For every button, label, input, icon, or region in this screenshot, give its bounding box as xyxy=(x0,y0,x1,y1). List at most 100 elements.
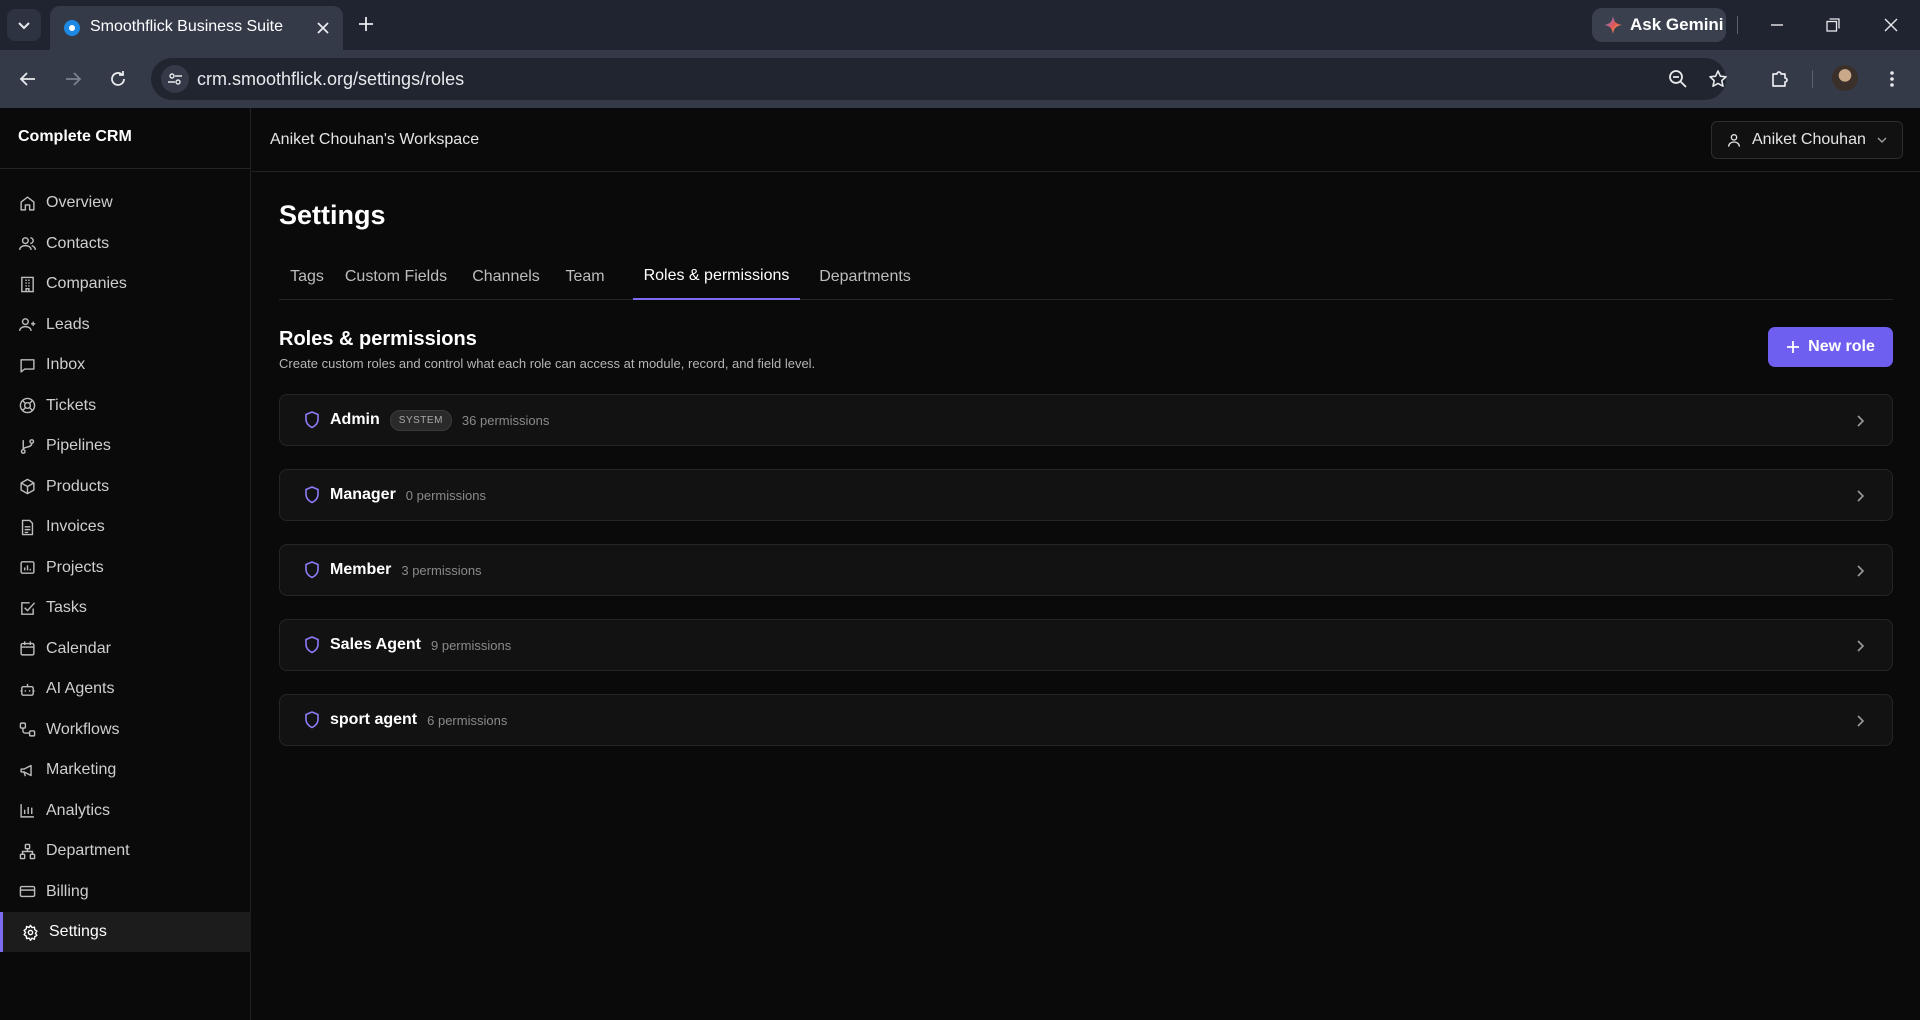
new-tab-button[interactable] xyxy=(352,10,380,38)
sidebar-item-projects[interactable]: Projects xyxy=(0,548,251,588)
tab-custom-fields[interactable]: Custom Fields xyxy=(341,254,451,300)
ask-gemini-button[interactable]: Ask Gemini xyxy=(1592,8,1726,42)
forward-button[interactable] xyxy=(57,63,89,95)
sidebar-item-workflows[interactable]: Workflows xyxy=(0,710,251,750)
sidebar-item-leads[interactable]: Leads xyxy=(0,305,251,345)
sidebar-item-tasks[interactable]: Tasks xyxy=(0,588,251,628)
address-bar[interactable]: crm.smoothflick.org/settings/roles xyxy=(151,58,1727,100)
lifebuoy-icon xyxy=(19,397,36,414)
user-plus-icon xyxy=(19,318,36,331)
browser-tabstrip: Smoothflick Business Suite Ask Gemini xyxy=(0,0,1920,50)
browser-menu-button[interactable] xyxy=(1878,65,1906,93)
arrow-right-icon xyxy=(66,72,82,86)
sidebar-item-label: Marketing xyxy=(46,761,117,778)
back-button[interactable] xyxy=(12,63,44,95)
home-icon xyxy=(20,195,35,211)
sidebar-item-marketing[interactable]: Marketing xyxy=(0,750,251,790)
browser-profile-avatar[interactable] xyxy=(1832,65,1858,91)
role-row[interactable]: Manager 0 permissions xyxy=(279,469,1893,521)
browser-tab[interactable]: Smoothflick Business Suite xyxy=(50,6,343,50)
bot-icon xyxy=(20,683,35,696)
folder-chart-icon xyxy=(20,561,35,574)
tab-title: Smoothflick Business Suite xyxy=(90,18,283,35)
sidebar-item-label: Tickets xyxy=(46,396,97,414)
shield-icon xyxy=(305,636,319,654)
role-row[interactable]: Sales Agent 9 permissions xyxy=(279,619,1893,671)
sidebar-item-analytics[interactable]: Analytics xyxy=(0,791,251,831)
users-icon xyxy=(19,237,36,250)
network-icon xyxy=(19,843,36,859)
sidebar-item-products[interactable]: Products xyxy=(0,467,251,507)
user-menu-button[interactable]: Aniket Chouhan xyxy=(1711,121,1903,159)
sidebar-item-department[interactable]: Department xyxy=(0,831,251,871)
sidebar-item-settings[interactable]: Settings xyxy=(0,912,251,952)
divider xyxy=(0,168,251,169)
permission-count: 9 permissions xyxy=(431,637,512,653)
reload-icon xyxy=(111,71,125,86)
tab-channels[interactable]: Channels xyxy=(466,254,546,300)
site-info-button[interactable] xyxy=(161,65,189,93)
more-vertical-icon xyxy=(1890,71,1894,87)
chevron-down-icon xyxy=(18,22,30,30)
url-text: crm.smoothflick.org/settings/roles xyxy=(197,69,465,89)
tab-close-button[interactable] xyxy=(311,16,335,40)
sidebar-item-billing[interactable]: Billing xyxy=(0,872,251,912)
puzzle-icon xyxy=(1772,71,1788,87)
section-title: Roles & permissions xyxy=(279,328,477,350)
extensions-button[interactable] xyxy=(1766,65,1794,93)
sidebar-item-companies[interactable]: Companies xyxy=(0,264,251,304)
sidebar-item-ai-agents[interactable]: AI Agents xyxy=(0,669,251,709)
tab-team[interactable]: Team xyxy=(562,254,608,300)
new-role-button[interactable]: New role xyxy=(1768,327,1893,367)
sidebar-item-pipelines[interactable]: Pipelines xyxy=(0,426,251,466)
sidebar-item-calendar[interactable]: Calendar xyxy=(0,629,251,669)
tab-departments[interactable]: Departments xyxy=(814,254,916,300)
chevron-right-icon xyxy=(1852,413,1868,429)
sidebar-item-contacts[interactable]: Contacts xyxy=(0,224,251,264)
sidebar-item-label: Projects xyxy=(46,558,104,576)
sidebar-item-label: Billing xyxy=(46,882,89,900)
sidebar-item-overview[interactable]: Overview xyxy=(0,183,251,223)
user-icon xyxy=(1728,134,1740,147)
close-window-button[interactable] xyxy=(1868,8,1914,42)
reload-button[interactable] xyxy=(102,63,134,95)
gemini-sparkle-icon xyxy=(1604,16,1622,34)
arrow-left-icon xyxy=(19,72,35,86)
package-icon xyxy=(20,478,35,495)
minimize-button[interactable] xyxy=(1754,8,1800,42)
sidebar-item-label: Leads xyxy=(46,315,90,333)
sidebar-item-label: Contacts xyxy=(46,234,110,252)
sidebar-item-inbox[interactable]: Inbox xyxy=(0,345,251,385)
sidebar-item-label: Department xyxy=(46,842,130,859)
chevron-right-icon xyxy=(1852,638,1868,654)
sidebar-item-label: Overview xyxy=(46,194,113,211)
sidebar-item-tickets[interactable]: Tickets xyxy=(0,386,251,426)
sidebar-item-label: Calendar xyxy=(46,639,111,657)
brand-title: Complete CRM xyxy=(18,128,132,145)
credit-card-icon xyxy=(19,885,36,898)
restore-button[interactable] xyxy=(1810,8,1856,42)
role-row[interactable]: Admin SYSTEM 36 permissions xyxy=(279,394,1893,446)
bookmark-button[interactable] xyxy=(1706,67,1730,91)
zoom-out-icon xyxy=(1669,70,1687,88)
tab-roles-permissions[interactable]: Roles & permissions xyxy=(633,254,800,300)
tune-icon xyxy=(168,73,182,85)
app-topbar: Aniket Chouhan's Workspace Aniket Chouha… xyxy=(252,108,1920,172)
check-square-icon xyxy=(21,601,36,615)
sidebar-item-invoices[interactable]: Invoices xyxy=(0,507,251,547)
zoom-button[interactable] xyxy=(1666,67,1690,91)
tab-tags[interactable]: Tags xyxy=(279,254,335,300)
permission-count: 6 permissions xyxy=(427,712,508,728)
git-branch-icon xyxy=(20,438,35,454)
tab-search-button[interactable] xyxy=(7,9,41,41)
sidebar-item-label: Analytics xyxy=(46,801,111,819)
shield-icon xyxy=(305,711,319,729)
gear-icon xyxy=(23,924,38,941)
close-icon xyxy=(1884,18,1898,32)
role-row[interactable]: Member 3 permissions xyxy=(279,544,1893,596)
building-icon xyxy=(21,276,34,292)
file-text-icon xyxy=(21,519,34,535)
role-row[interactable]: sport agent 6 permissions xyxy=(279,694,1893,746)
page-title: Settings xyxy=(279,200,386,230)
settings-tabs: Tags Custom Fields Channels Team Roles &… xyxy=(279,254,1893,300)
